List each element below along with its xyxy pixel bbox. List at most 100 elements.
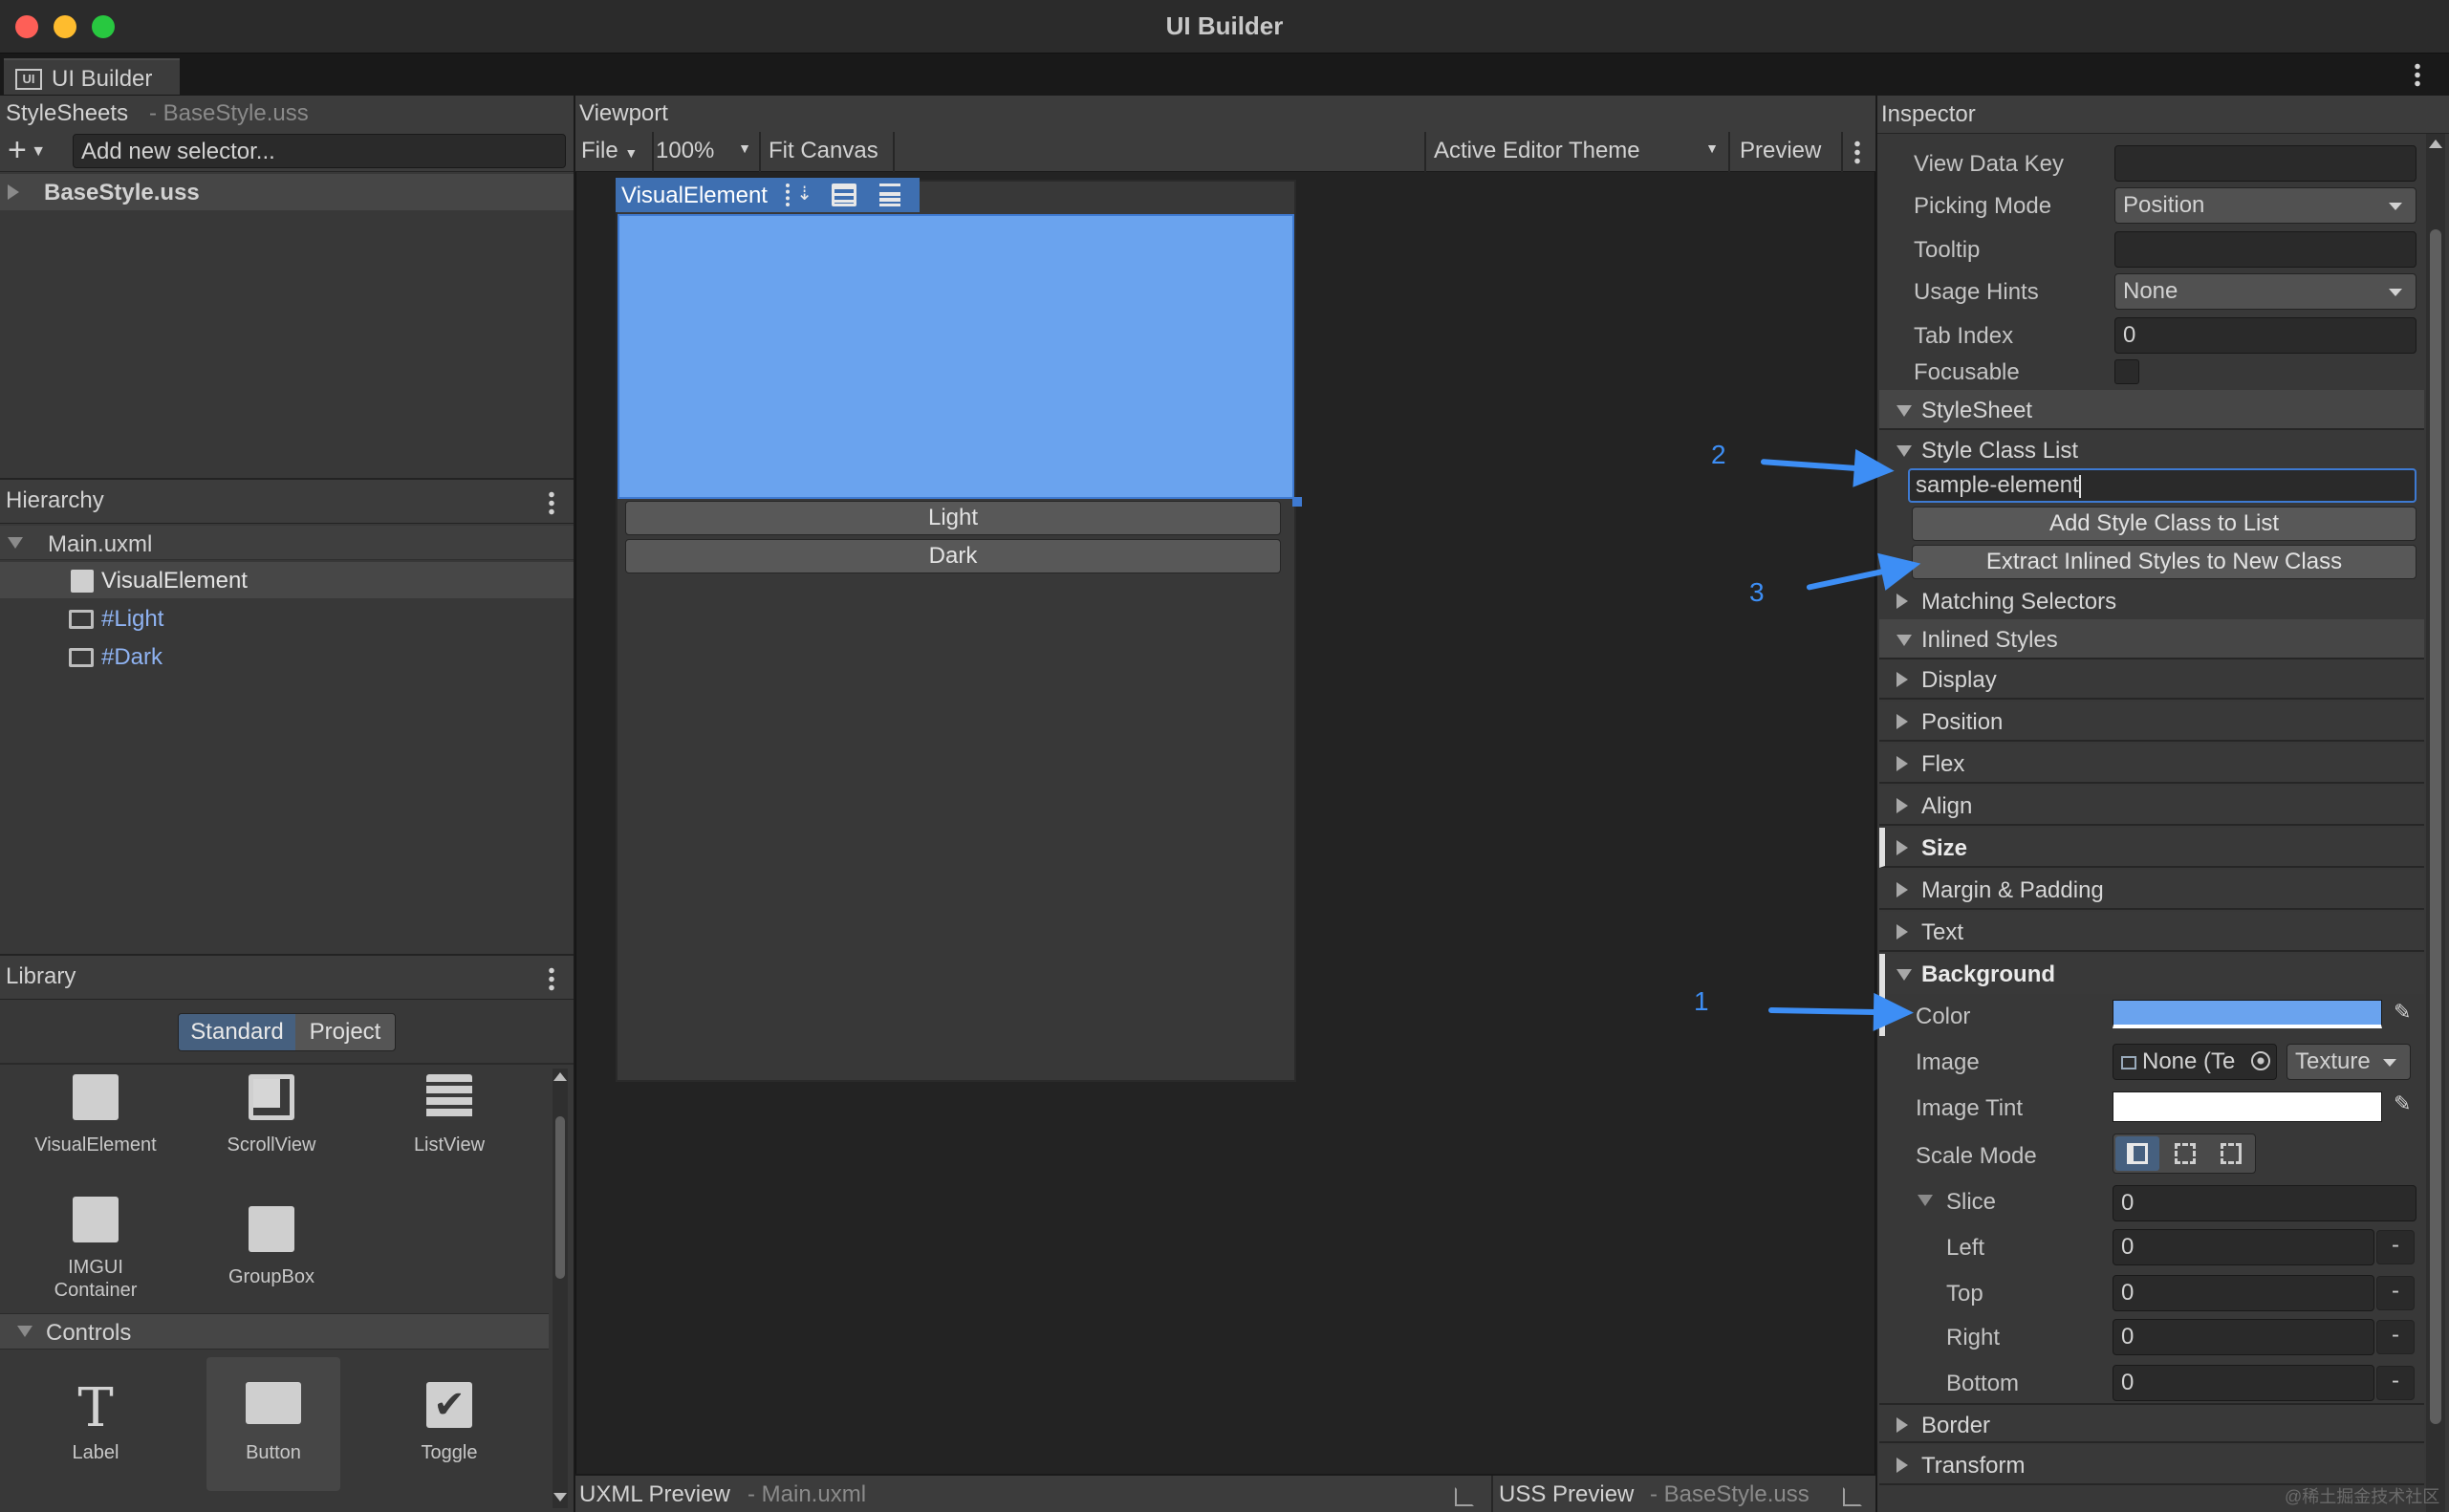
open-external-icon[interactable] — [1455, 1487, 1474, 1506]
style-group-background[interactable]: Background — [1879, 954, 2424, 994]
style-group-size[interactable]: Size — [1879, 828, 2424, 868]
style-class-input[interactable]: sample-element — [1908, 468, 2416, 503]
add-selector-input[interactable]: Add new selector... — [73, 134, 566, 168]
expand-triangle-icon[interactable] — [1896, 714, 1908, 729]
style-group-transform[interactable]: Transform — [1879, 1445, 2424, 1485]
bg-image-type-dropdown[interactable]: Texture — [2286, 1044, 2411, 1080]
expand-triangle-icon[interactable] — [1896, 882, 1908, 897]
library-item-button-control[interactable]: Button — [187, 1382, 359, 1464]
collapse-triangle-icon[interactable] — [1896, 969, 1912, 981]
dark-button[interactable]: Dark — [625, 539, 1281, 573]
scroll-thumb[interactable] — [555, 1116, 565, 1279]
library-item-visualelement[interactable]: VisualElement — [10, 1074, 182, 1156]
matching-selectors-header[interactable]: Matching Selectors — [1879, 581, 2424, 621]
light-button[interactable]: Light — [625, 501, 1281, 535]
slice-input[interactable]: 0 — [2113, 1185, 2416, 1221]
library-item-label-control[interactable]: T Label — [10, 1382, 182, 1464]
slice-top-unit[interactable]: - — [2376, 1276, 2415, 1310]
slice-bottom-input[interactable]: 0 — [2113, 1365, 2374, 1401]
collapse-triangle-icon[interactable] — [1896, 405, 1912, 417]
open-external-icon[interactable] — [1843, 1487, 1862, 1506]
usage-hints-dropdown[interactable]: None — [2114, 273, 2416, 310]
bg-image-object-field[interactable]: None (Te — [2113, 1044, 2277, 1080]
scale-to-fit-icon[interactable] — [2163, 1136, 2207, 1171]
scroll-thumb[interactable] — [2430, 229, 2441, 1424]
eyedropper-icon[interactable]: ✎ — [2394, 1000, 2415, 1025]
flex-direction-icon[interactable]: ⇣ — [786, 184, 813, 206]
picking-mode-dropdown[interactable]: Position — [2114, 187, 2416, 224]
add-style-class-button[interactable]: Add Style Class to List — [1912, 507, 2416, 541]
stylesheet-item[interactable]: BaseStyle.uss — [0, 174, 574, 210]
object-picker-icon[interactable] — [2251, 1051, 2270, 1070]
file-menu[interactable]: File ▼ — [581, 138, 638, 164]
library-item-scrollview[interactable]: ScrollView — [185, 1074, 358, 1156]
expand-triangle-icon[interactable] — [8, 184, 19, 200]
style-class-list-header[interactable]: Style Class List — [1879, 430, 2424, 470]
inlined-styles-header[interactable]: Inlined Styles — [1879, 619, 2424, 659]
scroll-down-icon[interactable] — [553, 1493, 567, 1501]
slice-right-unit[interactable]: - — [2376, 1320, 2415, 1354]
expand-triangle-icon[interactable] — [1896, 756, 1908, 771]
extract-inlined-styles-button[interactable]: Extract Inlined Styles to New Class — [1912, 545, 2416, 579]
library-tab-standard[interactable]: Standard — [179, 1014, 295, 1050]
stylesheet-section-header[interactable]: StyleSheet — [1879, 390, 2424, 430]
add-stylesheet-button[interactable]: + ▼ — [8, 134, 65, 166]
library-menu-icon[interactable] — [549, 966, 554, 991]
hierarchy-item-dark[interactable]: #Dark — [0, 638, 574, 675]
uxml-preview-title[interactable]: UXML Preview — [579, 1481, 730, 1508]
bg-color-swatch[interactable] — [2113, 1000, 2382, 1028]
style-group-margin-padding[interactable]: Margin & Padding — [1879, 870, 2424, 910]
focusable-checkbox[interactable] — [2114, 359, 2139, 384]
slice-right-input[interactable]: 0 — [2113, 1319, 2374, 1355]
scroll-up-icon[interactable] — [553, 1072, 567, 1081]
slice-bottom-unit[interactable]: - — [2376, 1366, 2415, 1400]
library-item-listview[interactable]: ListView — [363, 1074, 535, 1156]
style-group-display[interactable]: Display — [1879, 659, 2424, 700]
collapse-triangle-icon[interactable] — [1896, 445, 1912, 457]
controls-header[interactable]: Controls — [0, 1313, 549, 1350]
image-tint-swatch[interactable] — [2113, 1091, 2382, 1122]
window-menu-icon[interactable] — [2415, 62, 2420, 87]
inspector-scrollbar[interactable] — [2426, 134, 2445, 1512]
fit-canvas-button[interactable]: Fit Canvas — [769, 138, 878, 164]
collapse-triangle-icon[interactable] — [1896, 635, 1912, 646]
uss-preview-title[interactable]: USS Preview — [1499, 1481, 1634, 1508]
stretch-to-fill-icon[interactable] — [2209, 1136, 2253, 1171]
expand-triangle-icon[interactable] — [1896, 672, 1908, 687]
expand-triangle-icon[interactable] — [1896, 840, 1908, 855]
library-item-groupbox[interactable]: GroupBox — [185, 1206, 358, 1288]
expand-triangle-icon[interactable] — [1896, 798, 1908, 813]
preview-toggle[interactable]: Preview — [1740, 138, 1821, 164]
slice-top-input[interactable]: 0 — [2113, 1275, 2374, 1311]
style-group-text[interactable]: Text — [1879, 912, 2424, 952]
eyedropper-icon[interactable]: ✎ — [2394, 1091, 2415, 1116]
expand-triangle-icon[interactable] — [1896, 924, 1908, 940]
style-group-flex[interactable]: Flex — [1879, 744, 2424, 784]
justify-content-icon[interactable] — [879, 184, 900, 206]
scale-and-crop-icon[interactable] — [2115, 1136, 2159, 1171]
tab-ui-builder[interactable]: UI UI Builder — [4, 58, 180, 95]
library-item-toggle-control[interactable]: ✔ Toggle — [363, 1382, 535, 1464]
expand-triangle-icon[interactable] — [1896, 594, 1908, 609]
theme-dropdown[interactable]: Active Editor Theme ▼ — [1434, 138, 1724, 164]
expand-triangle-icon[interactable] — [1896, 1417, 1908, 1433]
scroll-up-icon[interactable] — [2429, 140, 2442, 148]
slice-left-input[interactable]: 0 — [2113, 1229, 2374, 1265]
slice-left-unit[interactable]: - — [2376, 1230, 2415, 1264]
collapse-triangle-icon[interactable] — [1918, 1195, 1933, 1206]
align-items-icon[interactable] — [832, 184, 856, 206]
hierarchy-menu-icon[interactable] — [549, 490, 554, 515]
tab-index-input[interactable]: 0 — [2114, 317, 2416, 354]
collapse-triangle-icon[interactable] — [17, 1326, 33, 1337]
expand-triangle-icon[interactable] — [1896, 1458, 1908, 1473]
style-group-position[interactable]: Position — [1879, 702, 2424, 742]
style-group-align[interactable]: Align — [1879, 786, 2424, 826]
visual-element-preview[interactable] — [618, 214, 1294, 499]
library-item-imgui-container[interactable]: IMGUI Container — [10, 1197, 182, 1302]
hierarchy-item-visualelement[interactable]: VisualElement — [0, 562, 574, 598]
collapse-triangle-icon[interactable] — [8, 537, 23, 549]
hierarchy-root[interactable]: Main.uxml — [0, 526, 574, 560]
view-data-key-input[interactable] — [2114, 145, 2416, 182]
zoom-dropdown[interactable]: 100% ▼ — [656, 138, 757, 164]
selected-element-tag[interactable]: VisualElement ⇣ — [616, 178, 920, 212]
